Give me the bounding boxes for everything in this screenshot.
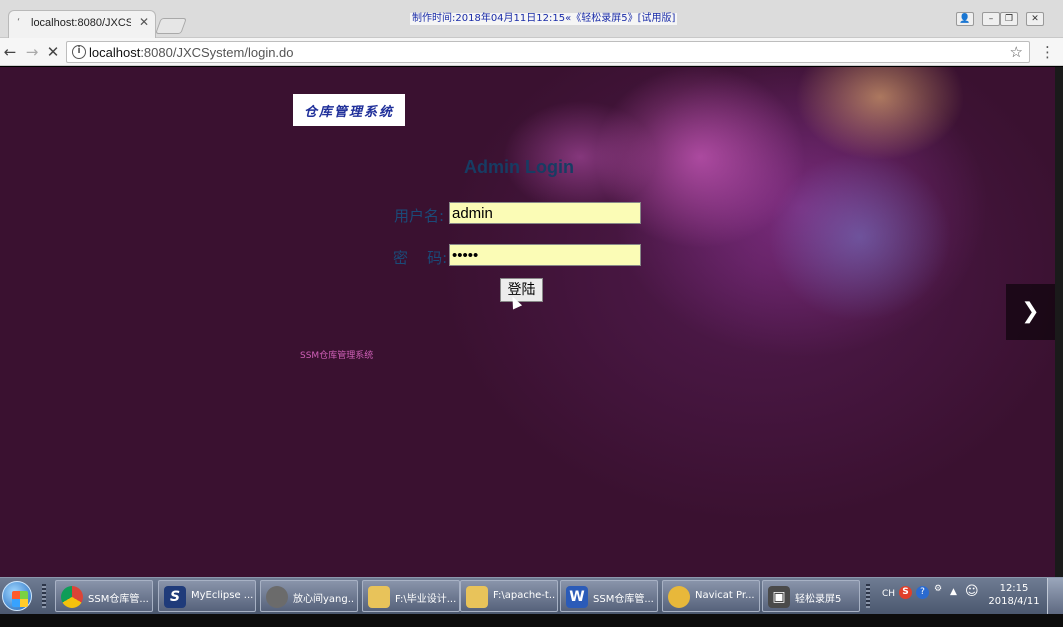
close-tab-icon[interactable]: ✕: [139, 15, 149, 29]
sogou-input-icon[interactable]: S: [899, 586, 912, 599]
back-arrow-icon[interactable]: ←: [0, 42, 20, 62]
login-page: 仓库管理系统 Admin Login 用户名: 密 码: 登陆 SSM仓库管理系…: [0, 67, 1055, 577]
browser-titlebar: ‘ localhost:8080/JXCSyst ✕ 制作时间:2018年04月…: [0, 0, 1063, 38]
login-button[interactable]: 登陆: [500, 278, 543, 302]
username-label: 用户名:: [394, 207, 445, 225]
taskbar-item-label: SSM仓库管...: [593, 594, 654, 605]
taskbar-item-navicat[interactable]: Navicat Pr...: [662, 580, 760, 612]
taskbar-item-label: SSM仓库管...: [88, 594, 149, 605]
settings-tray-icon[interactable]: ⚙: [934, 584, 942, 594]
taskbar-item-label: F:\毕业设计...: [395, 594, 457, 605]
folder-icon: [368, 586, 390, 608]
chevron-right-icon[interactable]: ❯: [1006, 284, 1055, 340]
show-desktop-button[interactable]: [1047, 578, 1063, 616]
address-toolbar: ← → ✕ i localhost:8080/JXCSystem/login.d…: [0, 38, 1063, 66]
maximize-button[interactable]: ❐: [1000, 12, 1018, 26]
login-title: Admin Login: [464, 157, 574, 177]
logo-text: 仓库管理系统: [303, 104, 394, 120]
url-text: localhost:8080/JXCSystem/login.do: [89, 45, 294, 60]
page-scrollbar[interactable]: [1055, 67, 1063, 577]
recording-watermark: 制作时间:2018年04月11日12:15«《轻松录屏5》[试用版]: [410, 13, 678, 25]
taskbar-item-label: 放心间yang...: [293, 594, 355, 605]
clock-date: 2018/4/11: [988, 596, 1040, 607]
start-button[interactable]: [2, 581, 32, 611]
recorder-icon: ▣: [768, 586, 790, 608]
page-favicon-icon: ‘: [17, 17, 21, 28]
taskbar-grip[interactable]: [42, 584, 46, 608]
taskbar-item-label: 轻松录屏5: [795, 594, 842, 605]
stop-loading-icon[interactable]: ✕: [43, 42, 63, 62]
new-tab-button[interactable]: [155, 18, 187, 34]
password-input[interactable]: [449, 244, 641, 266]
qq-avatar-icon: [266, 586, 288, 608]
system-logo: 仓库管理系统: [293, 94, 405, 126]
browser-tab[interactable]: ‘ localhost:8080/JXCSyst ✕: [8, 10, 156, 38]
qq-penguin-icon[interactable]: ☺: [965, 584, 979, 599]
tab-title: localhost:8080/JXCSyst: [31, 17, 131, 29]
clock-time: 12:15: [999, 583, 1029, 594]
taskbar-item-recorder[interactable]: ▣ 轻松录屏5: [762, 580, 860, 612]
navicat-icon: [668, 586, 690, 608]
taskbar-item-label: Navicat Pr...: [695, 590, 755, 601]
site-info-icon[interactable]: i: [72, 45, 86, 59]
windows-logo-icon: [12, 591, 28, 607]
taskbar-item-folder-thesis[interactable]: F:\毕业设计...: [362, 580, 460, 612]
system-clock[interactable]: 12:15 2018/4/11: [984, 580, 1044, 612]
footer-text: SSM仓库管理系统: [300, 351, 374, 361]
user-profile-icon[interactable]: 👤: [956, 12, 974, 26]
forward-arrow-icon[interactable]: →: [22, 42, 42, 62]
word-icon: W: [566, 586, 588, 608]
chrome-icon: [61, 586, 83, 608]
taskbar-item-label: F:\apache-t...: [493, 590, 555, 601]
screen-bottom-edge: [0, 614, 1063, 627]
myeclipse-icon: S: [164, 586, 186, 608]
close-window-button[interactable]: ✕: [1026, 12, 1044, 26]
password-label: 密 码:: [393, 249, 448, 267]
show-hidden-icons-icon[interactable]: ▲: [950, 587, 957, 597]
system-tray: CH S ? ⚙ ▲ ☺: [872, 580, 982, 612]
taskbar-item-myeclipse[interactable]: S MyEclipse ...: [158, 580, 256, 612]
taskbar-item-word[interactable]: W SSM仓库管...: [560, 580, 658, 612]
tray-grip[interactable]: [866, 584, 870, 608]
folder-icon: [466, 586, 488, 608]
username-input[interactable]: [449, 202, 641, 224]
browser-menu-icon[interactable]: ⋮: [1040, 42, 1055, 62]
bookmark-star-icon[interactable]: ☆: [1010, 43, 1023, 61]
taskbar-item-folder-apache[interactable]: F:\apache-t...: [460, 580, 558, 612]
url-path: :8080/JXCSystem/login.do: [140, 45, 294, 60]
taskbar-item-label: MyEclipse ...: [191, 590, 253, 601]
taskbar-item-chrome[interactable]: SSM仓库管...: [55, 580, 153, 612]
language-indicator[interactable]: CH: [882, 589, 895, 599]
url-host: localhost: [89, 45, 141, 60]
help-icon[interactable]: ?: [916, 586, 929, 599]
minimize-button[interactable]: –: [982, 12, 1000, 26]
url-input[interactable]: i localhost:8080/JXCSystem/login.do ☆: [66, 41, 1030, 63]
taskbar-item-chat[interactable]: 放心间yang...: [260, 580, 358, 612]
